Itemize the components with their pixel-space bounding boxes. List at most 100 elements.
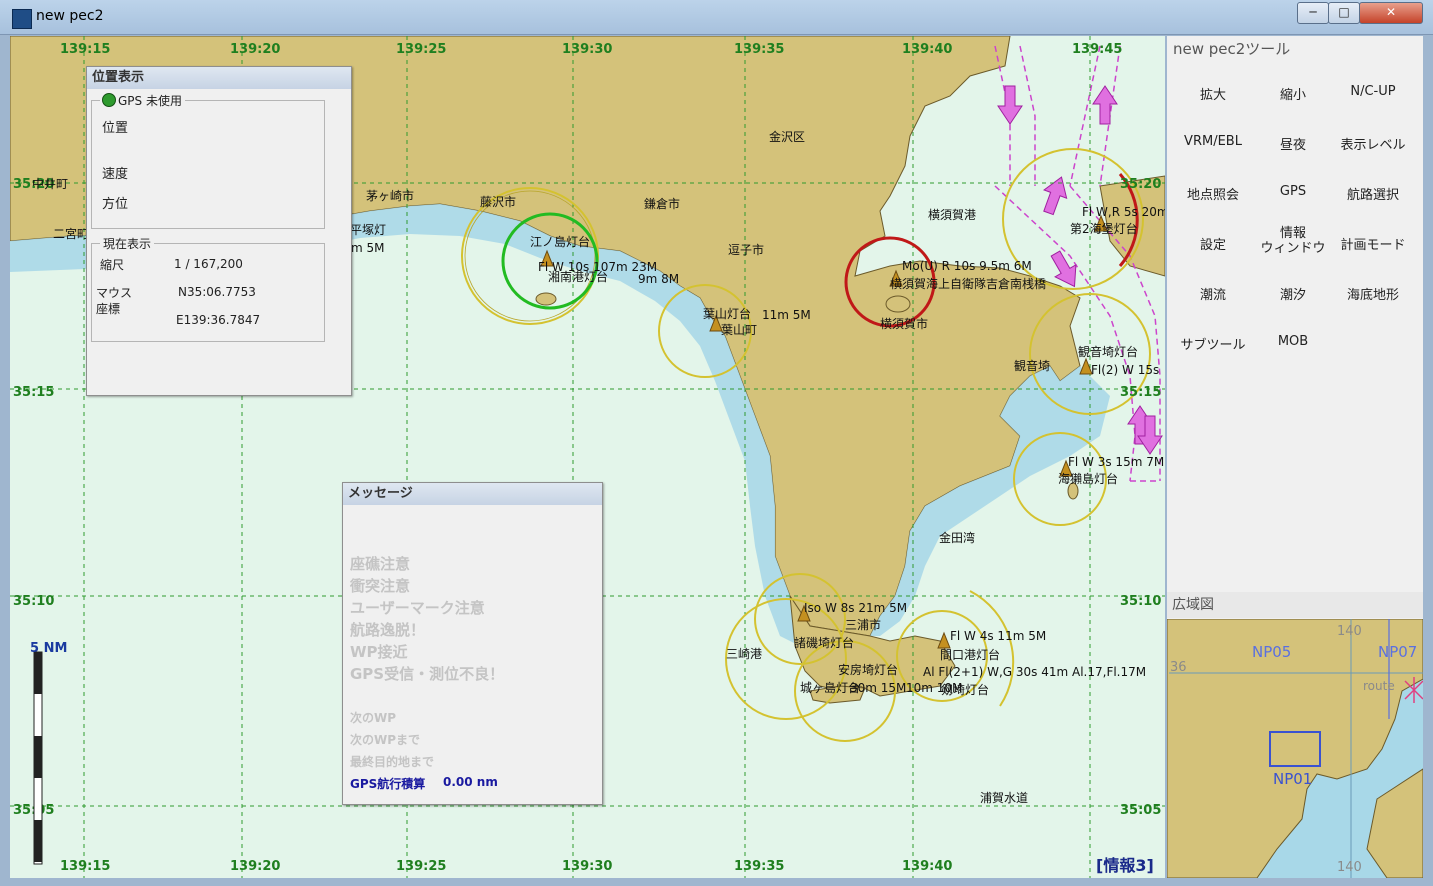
lat-label-right: 35:15 — [1120, 385, 1161, 400]
sign-yokosuka-city: 横須賀市 — [880, 316, 928, 331]
overview-np05: NP05 — [1252, 643, 1291, 661]
seabed-terrain-button[interactable]: 海底地形 — [1333, 284, 1413, 303]
sign-kannonzaki-light: 観音埼灯台 — [1078, 344, 1138, 359]
lon-label-bottom: 139:35 — [734, 859, 784, 874]
sign-daini-char: Fl W,R 5s 20m — [1082, 205, 1165, 219]
sign-miura-city: 三浦市 — [845, 617, 881, 632]
sign-shonan-char: 9m 8M — [638, 272, 679, 286]
vrm-ebl-button[interactable]: VRM/EBL — [1173, 134, 1253, 149]
position-panel[interactable]: 位置表示 GPS 未使用 位置 速度 方位 現在表示 縮尺 1 / 167,20… — [86, 66, 352, 396]
info-tag: [情報3] — [1096, 856, 1154, 875]
overview-map: 140 140 36 NP05 NP07 NP01 route — [1167, 619, 1423, 878]
mob-button[interactable]: MOB — [1253, 334, 1333, 349]
settings-button[interactable]: 設定 — [1173, 234, 1253, 253]
gps-status-icon — [102, 93, 116, 107]
scale-bar — [33, 651, 43, 865]
tide-button[interactable]: 潮汐 — [1253, 284, 1333, 303]
info-window-button[interactable]: 情報 ウィンドウ — [1253, 226, 1333, 256]
alert-wp-approach: WP接近 — [350, 643, 408, 661]
sign-tsurugizaki-char1: Fl W 4s 11m 5M — [950, 629, 1046, 643]
overview-title: 広域図 — [1167, 592, 1423, 618]
sign-yokosuka-char: Mo(U) R 10s 9.5m 6M — [902, 259, 1032, 273]
overview-lat-36: 36 — [1170, 660, 1187, 675]
lon-label-top: 139:40 — [902, 42, 952, 57]
lon-label-top: 139:15 — [60, 42, 110, 57]
sign-uraga-channel: 浦賀水道 — [980, 791, 1028, 805]
display-level-button[interactable]: 表示レベル — [1333, 134, 1413, 153]
lon-label-bottom: 139:15 — [60, 859, 110, 874]
route-select-button[interactable]: 航路選択 — [1333, 184, 1413, 203]
minimize-button[interactable]: ─ — [1297, 2, 1329, 24]
sign-ninomiya: 二宮町 — [53, 226, 89, 241]
zoom-in-button[interactable]: 拡大 — [1173, 84, 1253, 103]
plan-mode-button[interactable]: 計画モード — [1333, 234, 1413, 253]
mouse-coord-caption-1: マウス — [96, 286, 133, 300]
mouse-lon-value: E139:36.7847 — [176, 313, 261, 327]
lon-label-top: 139:45 — [1072, 42, 1122, 57]
sign-kanazawa: 金沢区 — [769, 129, 805, 144]
lat-label-left: 35:10 — [13, 594, 54, 609]
gps-group: GPS 未使用 位置 速度 方位 — [91, 92, 325, 229]
overview-np07: NP07 — [1378, 643, 1417, 661]
lon-label-top: 139:35 — [734, 42, 784, 57]
lat-label-right: 35:05 — [1120, 803, 1161, 818]
position-label: 位置 — [102, 121, 129, 136]
sign-moroiso-light: 諸磯埼灯台 — [794, 635, 854, 650]
close-button[interactable]: ✕ — [1359, 2, 1423, 24]
sign-daini-light: 第2海堡灯台 — [1070, 221, 1138, 236]
sign-kannonzaki-char: Fl(2) W 15s — [1091, 363, 1159, 377]
gps-total-value: 0.00 nm — [443, 775, 498, 789]
title-bar: new pec2 ─ □ ✕ — [0, 0, 1433, 35]
overview-lon-140-top: 140 — [1337, 624, 1362, 639]
zoom-out-button[interactable]: 縮小 — [1253, 84, 1333, 103]
sign-fujisawa: 藤沢市 — [480, 194, 516, 209]
alert-grounding: 座礁注意 — [350, 555, 411, 573]
mouse-lat-value: N35:06.7753 — [178, 285, 256, 299]
sign-hayama-light: 葉山灯台 — [703, 306, 751, 321]
overview-lon-140-bottom: 140 — [1337, 860, 1362, 875]
sign-tsurugizaki-char2: Al Fl(2+1) W,G 30s 41m Al.17,Fl.17M — [923, 665, 1146, 679]
to-next-wp-label: 次のWPまで — [350, 733, 421, 747]
maximize-button[interactable]: □ — [1328, 2, 1360, 24]
gps-group-title: GPS 未使用 — [100, 92, 185, 109]
window-title: new pec2 — [36, 8, 104, 24]
gps-status-label: GPS 未使用 — [118, 94, 182, 108]
tidal-current-button[interactable]: 潮流 — [1173, 284, 1253, 303]
sign-umikashi-char: Fl W 3s 15m 7M — [1068, 455, 1164, 469]
tool-panel: new pec2ツール 拡大 縮小 N/C-UP VRM/EBL 昼夜 表示レベ… — [1167, 36, 1423, 592]
overview-panel[interactable]: 広域図 140 140 36 NP05 NP07 NP01 route — [1167, 592, 1423, 878]
sign-kannonzaki: 観音埼 — [1014, 358, 1050, 373]
day-night-button[interactable]: 昼夜 — [1253, 134, 1333, 153]
scale-value: 1 / 167,200 — [174, 257, 243, 271]
lon-label-bottom: 139:20 — [230, 859, 280, 874]
sign-zushi-nakai: 中井町 — [32, 176, 68, 191]
message-panel[interactable]: メッセージ 座礁注意 衝突注意 ユーザーマーク注意 航路逸脱！ WP接近 GPS… — [342, 482, 603, 805]
lat-label-left: 35:15 — [13, 385, 54, 400]
alert-gps-poor: GPS受信・測位不良！ — [350, 665, 505, 683]
sign-awa-light: 安房埼灯台 — [838, 662, 898, 677]
app-icon — [12, 9, 32, 29]
lat-label-right: 35:20 — [1120, 177, 1161, 192]
sign-hayama: 葉山町 — [721, 323, 757, 337]
sign-kaneda-bay: 金田湾 — [939, 530, 975, 545]
lon-label-bottom: 139:25 — [396, 859, 446, 874]
message-panel-title: メッセージ — [343, 483, 602, 505]
current-display-group: 現在表示 縮尺 1 / 167,200 マウス 座標 N35:06.7753 E… — [91, 235, 325, 342]
gps-button[interactable]: GPS — [1253, 184, 1333, 199]
lon-label-bottom: 139:30 — [562, 859, 612, 874]
sign-char-21m: Iso W 8s 21m 5M — [804, 601, 907, 615]
sign-zushi: 逗子市 — [728, 242, 764, 257]
overview-route-label: route — [1363, 679, 1395, 693]
sign-yokosuka-jmsdf: 横須賀海上自衛隊吉倉南桟橋 — [890, 276, 1046, 291]
sign-mashiguchi-light: 間口港灯台 — [940, 647, 1000, 662]
sign-yokosuka-port: 横須賀港 — [928, 208, 976, 222]
nc-up-button[interactable]: N/C-UP — [1333, 84, 1413, 99]
lon-label-bottom: 139:40 — [902, 859, 952, 874]
current-display-title: 現在表示 — [100, 235, 155, 252]
point-query-button[interactable]: 地点照会 — [1173, 184, 1253, 203]
lon-label-top: 139:20 — [230, 42, 280, 57]
sign-char-30m: 30m 15M — [850, 681, 906, 695]
sign-umikashi-light: 海獺島灯台 — [1058, 471, 1118, 486]
sub-tool-button[interactable]: サブツール — [1173, 334, 1253, 353]
scale-label: 5 NM — [30, 641, 67, 656]
